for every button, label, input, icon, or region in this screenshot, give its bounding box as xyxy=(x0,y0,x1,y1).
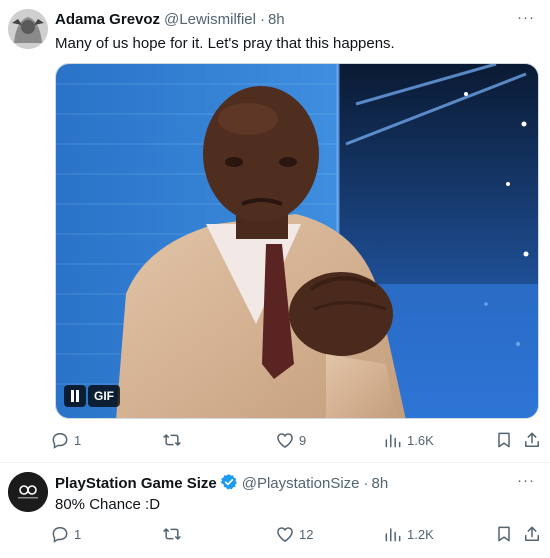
gif-label: GIF xyxy=(88,385,120,407)
share-icon xyxy=(525,526,539,541)
avatar[interactable] xyxy=(8,472,48,512)
repost-button[interactable] xyxy=(162,430,275,450)
more-options-button[interactable]: ··· xyxy=(516,473,536,493)
heart-icon xyxy=(277,433,293,448)
tweet-text: Many of us hope for it. Let's pray that … xyxy=(55,35,395,52)
gif-badge[interactable]: GIF xyxy=(64,385,120,407)
tweet-time[interactable]: 8h xyxy=(268,11,285,28)
heart-icon xyxy=(277,527,293,542)
share-button[interactable] xyxy=(522,524,542,544)
repost-icon xyxy=(163,434,181,446)
gif-frame xyxy=(56,64,538,418)
view-count: 1.6K xyxy=(407,432,434,448)
tweet-2[interactable]: PlayStation Game Size @PlaystationSize · 8h… xyxy=(0,463,550,558)
reply-button[interactable]: 1 xyxy=(50,430,162,450)
tweet-text: 80% Chance :D xyxy=(55,496,161,513)
playstation-logo-icon xyxy=(8,472,48,512)
reply-icon xyxy=(52,527,68,543)
reply-button[interactable]: 1 xyxy=(50,524,162,544)
pause-icon[interactable] xyxy=(64,385,86,407)
reply-count: 1 xyxy=(74,432,82,448)
verified-badge-icon xyxy=(220,473,238,497)
more-options-button[interactable]: ··· xyxy=(516,10,536,30)
bookmark-button[interactable] xyxy=(494,524,522,544)
tweet-header: PlayStation Game Size @PlaystationSize · 8h xyxy=(55,473,510,493)
share-button[interactable] xyxy=(522,430,542,450)
bookmark-button[interactable] xyxy=(494,430,522,450)
bookmark-icon xyxy=(498,432,510,448)
meta-separator: · xyxy=(259,11,265,28)
tweet-time[interactable]: 8h xyxy=(372,475,389,492)
like-count: 12 xyxy=(299,526,314,542)
repost-icon xyxy=(163,528,181,540)
gif-media[interactable]: GIF xyxy=(55,63,539,419)
tweet-actions: 1 9 1.6K xyxy=(50,427,542,453)
author-name[interactable]: PlayStation Game Size xyxy=(55,475,217,492)
share-icon xyxy=(525,432,539,447)
views-button[interactable]: 1.6K xyxy=(383,430,494,450)
views-icon xyxy=(385,528,401,542)
tweet-header: Adama Grevoz @Lewismilfiel · 8h xyxy=(55,10,510,30)
views-icon xyxy=(385,434,401,448)
repost-button[interactable] xyxy=(162,524,275,544)
author-name[interactable]: Adama Grevoz xyxy=(55,11,160,28)
like-button[interactable]: 9 xyxy=(275,430,383,450)
tweet-actions: 1 12 1.2K xyxy=(50,521,542,547)
view-count: 1.2K xyxy=(407,526,434,542)
avatar[interactable] xyxy=(8,9,48,49)
author-handle[interactable]: @PlaystationSize xyxy=(242,475,360,492)
like-count: 9 xyxy=(299,432,307,448)
bookmark-icon xyxy=(498,526,510,542)
author-handle[interactable]: @Lewismilfiel xyxy=(164,11,256,28)
reply-count: 1 xyxy=(74,526,82,542)
tweet-1[interactable]: Adama Grevoz @Lewismilfiel · 8h ··· Many of… xyxy=(0,0,550,463)
views-button[interactable]: 1.2K xyxy=(383,524,494,544)
reply-icon xyxy=(52,433,68,449)
like-button[interactable]: 12 xyxy=(275,524,383,544)
meta-separator: · xyxy=(363,475,369,492)
